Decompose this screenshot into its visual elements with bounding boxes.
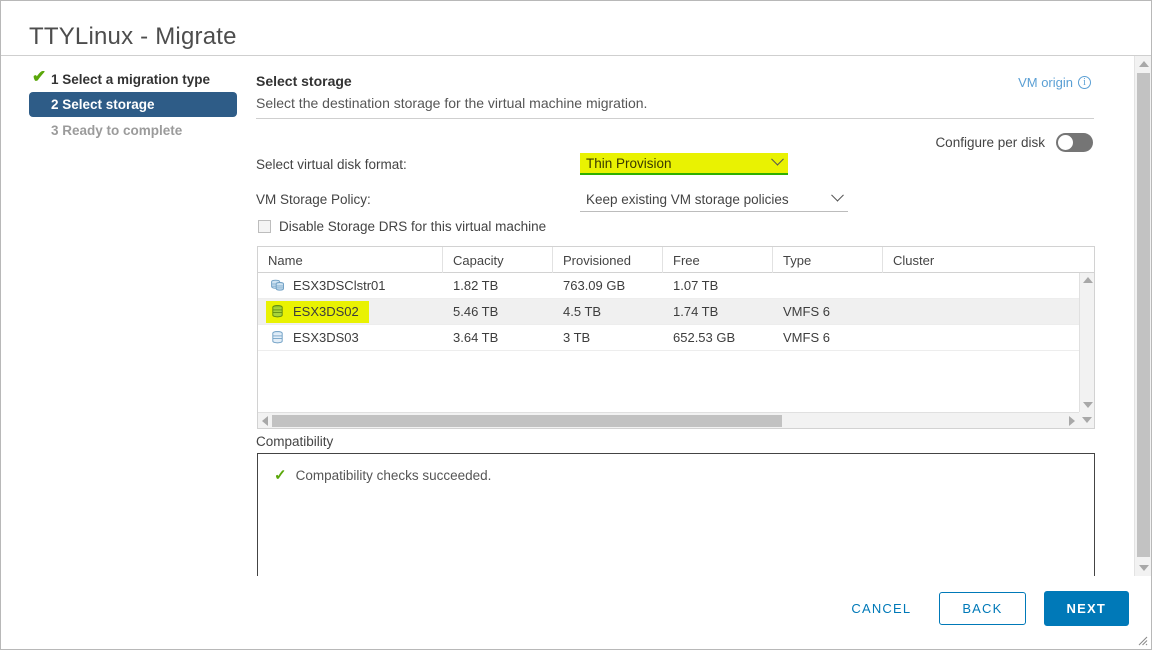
disk-format-value: Thin Provision	[586, 155, 672, 171]
cell-provisioned: 3 TB	[563, 330, 591, 345]
scroll-up-icon[interactable]	[1080, 273, 1095, 287]
resize-grip-icon[interactable]	[1136, 634, 1148, 646]
cell-type	[773, 273, 883, 299]
disk-format-select[interactable]: Thin Provision	[580, 152, 788, 175]
cell-cluster	[883, 299, 1073, 325]
cell-capacity: 3.64 TB	[453, 330, 499, 345]
page-title: TTYLinux - Migrate	[29, 23, 237, 50]
cell-capacity: 5.46 TB	[453, 304, 499, 319]
cell-provisioned: 4.5 TB	[563, 304, 602, 319]
migrate-wizard-dialog: TTYLinux - Migrate ✔ 1 Select a migratio…	[0, 0, 1152, 650]
disable-storage-drs-label: Disable Storage DRS for this virtual mac…	[279, 219, 547, 234]
compatibility-status: ✓ Compatibility checks succeeded.	[258, 454, 1094, 484]
storage-policy-select[interactable]: Keep existing VM storage policies	[580, 188, 848, 212]
wizard-steps: ✔ 1 Select a migration type 2 Select sto…	[29, 67, 243, 142]
cancel-button[interactable]: CANCEL	[841, 593, 921, 624]
chevron-down-icon	[831, 188, 844, 202]
cell-cluster	[883, 273, 1073, 299]
next-button[interactable]: NEXT	[1043, 591, 1129, 626]
divider	[256, 118, 1094, 119]
configure-per-disk-label: Configure per disk	[935, 135, 1045, 150]
table-header-row: Name Capacity Provisioned Free Type Clus…	[258, 247, 1094, 273]
compatibility-panel: ✓ Compatibility checks succeeded.	[257, 453, 1095, 576]
step-label: 2 Select storage	[51, 97, 155, 112]
horizontal-scroll-thumb[interactable]	[272, 414, 782, 427]
check-icon: ✓	[274, 467, 287, 484]
storage-policy-value: Keep existing VM storage policies	[586, 192, 789, 207]
scroll-down-icon[interactable]	[1135, 560, 1152, 576]
cell-free: 652.53 GB	[673, 330, 736, 345]
table-vertical-scrollbar[interactable]	[1079, 273, 1094, 412]
selected-datastore-highlight: ESX3DS02	[266, 300, 369, 323]
datastore-name: ESX3DS02	[293, 304, 359, 319]
column-header-cluster[interactable]: Cluster	[883, 247, 1073, 273]
check-icon: ✔	[32, 67, 47, 86]
sidebar-item-select-migration-type[interactable]: ✔ 1 Select a migration type	[29, 67, 243, 91]
datastore-icon	[272, 304, 283, 318]
vertical-scroll-thumb[interactable]	[1137, 73, 1150, 557]
info-icon[interactable]: i	[1078, 76, 1091, 89]
configure-per-disk-toggle[interactable]	[1056, 133, 1093, 152]
scroll-corner	[1079, 412, 1094, 428]
cell-provisioned: 763.09 GB	[563, 278, 626, 293]
step-label: 1 Select a migration type	[51, 71, 211, 87]
table-horizontal-scrollbar[interactable]	[258, 412, 1079, 428]
datastore-cluster-icon	[271, 279, 284, 291]
cell-capacity: 1.82 TB	[453, 278, 499, 293]
scroll-right-icon[interactable]	[1065, 415, 1079, 426]
table-row[interactable]: ESX3DS03 3.64 TB 3 TB 652.53 GB VMFS 6	[258, 325, 1094, 351]
compatibility-label: Compatibility	[256, 434, 334, 449]
column-header-free[interactable]: Free	[663, 247, 773, 273]
scroll-down-icon[interactable]	[1080, 398, 1095, 412]
scroll-left-icon[interactable]	[258, 415, 272, 426]
section-subheading: Select the destination storage for the v…	[256, 95, 648, 111]
table-row[interactable]: ESX3DS02 5.46 TB 4.5 TB 1.74 TB VMFS 6	[258, 299, 1094, 325]
vm-origin-link[interactable]: VM origin i	[1018, 75, 1091, 90]
content-pane: Select storage Select the destination st…	[256, 63, 1101, 576]
datastore-table: Name Capacity Provisioned Free Type Clus…	[257, 246, 1095, 429]
disable-storage-drs-control[interactable]: Disable Storage DRS for this virtual mac…	[258, 219, 546, 234]
cell-free: 1.74 TB	[673, 304, 719, 319]
back-button[interactable]: BACK	[939, 592, 1026, 625]
disk-format-label: Select virtual disk format:	[256, 157, 407, 172]
cell-name: ESX3DS02	[258, 299, 443, 325]
dialog-footer: CANCEL BACK NEXT	[1, 575, 1151, 649]
datastore-name: ESX3DS03	[293, 330, 359, 345]
cell-type: VMFS 6	[783, 330, 830, 345]
dialog-vertical-scrollbar[interactable]	[1134, 56, 1151, 576]
cell-cluster	[883, 325, 1073, 351]
step-label: 3 Ready to complete	[51, 122, 183, 138]
section-heading: Select storage	[256, 73, 352, 89]
configure-per-disk-control[interactable]: Configure per disk	[935, 133, 1093, 152]
footer-buttons: CANCEL BACK NEXT	[841, 591, 1129, 626]
column-header-capacity[interactable]: Capacity	[443, 247, 553, 273]
column-header-provisioned[interactable]: Provisioned	[553, 247, 663, 273]
toggle-knob	[1058, 135, 1073, 150]
cell-name: ESX3DS03	[258, 325, 443, 351]
column-header-name[interactable]: Name	[258, 247, 443, 273]
vm-origin-label: VM origin	[1018, 75, 1073, 90]
datastore-icon	[272, 330, 283, 344]
disable-storage-drs-checkbox[interactable]	[258, 220, 271, 233]
column-header-type[interactable]: Type	[773, 247, 883, 273]
table-row[interactable]: ESX3DSClstr01 1.82 TB 763.09 GB 1.07 TB	[258, 273, 1094, 299]
storage-policy-label: VM Storage Policy:	[256, 192, 371, 207]
cell-type: VMFS 6	[783, 304, 830, 319]
chevron-down-icon	[771, 152, 784, 166]
scroll-up-icon[interactable]	[1135, 56, 1152, 72]
cell-free: 1.07 TB	[673, 278, 719, 293]
datastore-name: ESX3DSClstr01	[293, 278, 386, 293]
sidebar-item-select-storage[interactable]: 2 Select storage	[29, 92, 237, 117]
dialog-title-bar: TTYLinux - Migrate	[1, 1, 1151, 56]
sidebar-item-ready-to-complete[interactable]: 3 Ready to complete	[29, 118, 243, 142]
cell-name: ESX3DSClstr01	[258, 273, 443, 299]
compatibility-status-text: Compatibility checks succeeded.	[295, 467, 492, 483]
